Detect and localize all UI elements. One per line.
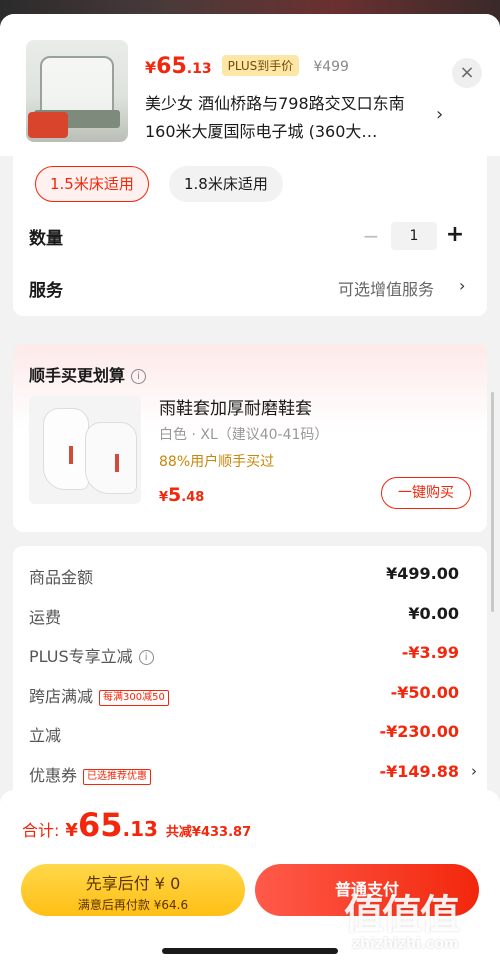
promo-tag-shape <box>28 112 68 138</box>
summary-label: 优惠券 已选推荐优惠 <box>29 762 152 786</box>
price-dec: .13 <box>122 817 158 841</box>
close-button[interactable]: × <box>452 58 482 88</box>
product-thumbnail[interactable] <box>26 40 128 142</box>
coupon-row[interactable]: 优惠券 已选推荐优惠 -¥149.88 › <box>29 762 477 786</box>
summary-row: 立减 -¥230.00 <box>29 722 473 746</box>
quantity-minus-button[interactable]: − <box>361 224 381 248</box>
shoe-cover-shape <box>85 422 137 494</box>
addon-price: ¥5.48 <box>159 484 204 506</box>
addon-popularity: 88%用户顺手买过 <box>159 454 275 470</box>
delivery-address[interactable]: 美少女 酒仙桥路与798路交叉口东南160米大厦国际电子城 (360大… <box>145 90 430 146</box>
summary-label: 跨店满减 每满300减50 <box>29 683 169 707</box>
promo-tag: 每满300减50 <box>99 690 169 706</box>
pay-later-button[interactable]: 先享后付 ¥ 0 满意后再付款 ¥64.6 <box>21 864 245 916</box>
total-price: ¥65.13 <box>65 806 158 844</box>
summary-label-text: 优惠券 <box>29 766 78 785</box>
price-dec: .13 <box>186 61 212 77</box>
summary-value: -¥149.88 <box>379 762 459 781</box>
product-header: ¥65.13 PLUS到手价 ¥499 × 美少女 酒仙桥路与798路交叉口东南… <box>0 14 500 156</box>
shoe-cover-shape <box>43 408 89 490</box>
home-indicator[interactable] <box>162 948 338 954</box>
addon-product-image[interactable] <box>29 396 141 504</box>
summary-row: 跨店满减 每满300减50 -¥50.00 <box>29 683 473 707</box>
price-currency: ¥ <box>145 58 157 77</box>
plus-price-badge: PLUS到手价 <box>221 55 300 76</box>
promo-tag: 已选推荐优惠 <box>83 769 152 785</box>
one-click-buy-button[interactable]: 一键购买 <box>381 477 471 509</box>
price-int: 5 <box>168 484 182 506</box>
service-label: 服务 <box>29 281 63 301</box>
summary-label: 运费 <box>29 608 62 627</box>
total-row: 合计: ¥65.13 共减¥433.87 <box>22 806 251 846</box>
summary-value: -¥50.00 <box>390 683 459 702</box>
summary-row: PLUS专享立减 i -¥3.99 <box>29 643 473 667</box>
summary-row: 商品金额 ¥499.00 <box>29 564 473 588</box>
summary-value: -¥3.99 <box>401 643 459 662</box>
summary-value: ¥499.00 <box>386 564 459 583</box>
pay-later-line2: 满意后再付款 ¥64.6 <box>77 898 189 912</box>
summary-label-text: 跨店满减 <box>29 687 94 706</box>
price-dec: .48 <box>181 490 205 505</box>
price-currency: ¥ <box>159 490 169 505</box>
quantity-plus-button[interactable]: + <box>445 222 465 247</box>
total-saved: 共减¥433.87 <box>165 825 252 840</box>
chevron-right-icon[interactable]: › <box>459 276 465 295</box>
product-price-row: ¥65.13 PLUS到手价 ¥499 <box>145 54 349 84</box>
price-int: 65 <box>77 806 123 844</box>
summary-value: -¥230.00 <box>379 722 459 741</box>
summary-label: PLUS专享立减 i <box>29 643 154 667</box>
service-value[interactable]: 可选增值服务 <box>338 276 434 300</box>
summary-value: ¥0.00 <box>408 604 459 623</box>
stripe-shape <box>115 454 119 472</box>
size-option-1-8m[interactable]: 1.8米床适用 <box>169 166 283 202</box>
checkout-bottom-bar: 合计: ¥65.13 共减¥433.87 先享后付 ¥ 0 满意后再付款 ¥64… <box>0 790 500 967</box>
size-option-1-5m[interactable]: 1.5米床适用 <box>35 166 149 202</box>
mosquito-net-shape <box>40 56 114 114</box>
summary-label-text: PLUS专享立减 <box>29 647 133 666</box>
quantity-label: 数量 <box>29 229 63 249</box>
watermark-logo: 值值值 <box>344 892 460 938</box>
chevron-right-icon[interactable]: › <box>436 104 443 125</box>
addon-card: 顺手买更划算 i 雨鞋套加厚耐磨鞋套 白色 · XL（建议40-41码） 88%用… <box>13 344 487 532</box>
total-label: 合计: <box>22 821 60 840</box>
addon-title: 顺手买更划算 i <box>29 362 147 386</box>
price-summary-card: 商品金额 ¥499.00 运费 ¥0.00 PLUS专享立减 i -¥3.99 跨… <box>13 546 487 816</box>
scrollbar[interactable] <box>491 392 494 612</box>
summary-label: 商品金额 <box>29 568 94 587</box>
price-currency: ¥ <box>65 820 78 841</box>
stripe-shape <box>69 446 73 464</box>
summary-row: 运费 ¥0.00 <box>29 604 473 628</box>
info-icon[interactable]: i <box>138 650 154 665</box>
quantity-input[interactable]: 1 <box>391 222 437 250</box>
pay-later-line1: 先享后付 ¥ 0 <box>85 874 181 893</box>
info-icon[interactable]: i <box>131 369 147 384</box>
product-price: ¥65.13 <box>145 54 212 79</box>
addon-name[interactable]: 雨鞋套加厚耐磨鞋套 <box>159 394 312 419</box>
addon-spec[interactable]: 白色 · XL（建议40-41码） <box>159 424 328 444</box>
chevron-right-icon[interactable]: › <box>471 762 477 780</box>
addon-title-text: 顺手买更划算 <box>29 366 126 385</box>
summary-label: 立减 <box>29 726 62 745</box>
options-card: 1.5米床适用 1.8米床适用 数量 − 1 + 服务 可选增值服务 › <box>13 156 487 316</box>
original-price: ¥499 <box>313 59 349 75</box>
price-int: 65 <box>156 54 187 79</box>
watermark-url: zhizhizhi.com <box>352 936 459 952</box>
